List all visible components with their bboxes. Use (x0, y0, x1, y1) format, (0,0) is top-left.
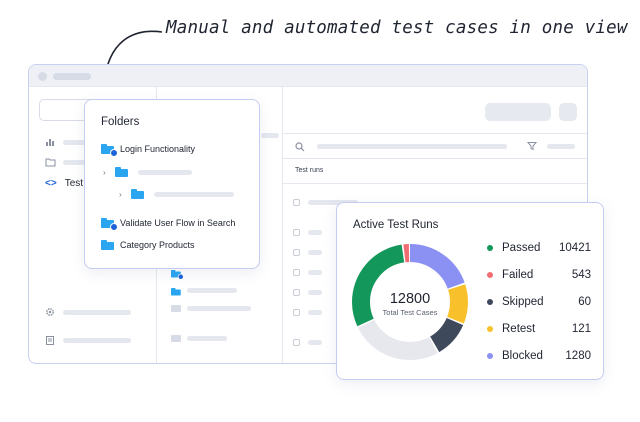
row-checkbox[interactable] (293, 198, 300, 206)
legend-label: Skipped (502, 296, 544, 308)
table-row[interactable] (293, 288, 322, 296)
folders-title: Folders (101, 116, 140, 128)
row-placeholder (308, 249, 322, 255)
clipboard-icon (45, 335, 55, 345)
folder-icon (131, 189, 144, 199)
sidebar-item-test[interactable]: <> Test (45, 176, 83, 190)
legend-value: 1280 (565, 350, 591, 362)
table-row[interactable] (293, 308, 322, 316)
legend-item-retest: Retest 121 (487, 322, 591, 336)
folder-item-collapsed[interactable]: › (119, 189, 234, 199)
legend-label: Failed (502, 269, 534, 281)
sidebar-item-label: Test (64, 177, 84, 189)
more-options-button[interactable] (559, 103, 577, 121)
legend-value: 60 (578, 296, 591, 308)
row-checkbox[interactable] (293, 288, 300, 296)
legend-dot (487, 245, 493, 251)
active-runs-title: Active Test Runs (353, 219, 439, 231)
folder-label: Validate User Flow in Search (120, 218, 236, 228)
active-runs-card: Active Test Runs 12800 Total Test Cases … (336, 202, 604, 380)
runs-table-header: Test runs (295, 167, 324, 174)
sidebar-item-folders[interactable] (45, 155, 85, 169)
folder-icon (115, 167, 128, 177)
table-row[interactable] (293, 228, 322, 236)
filter-placeholder (547, 144, 575, 149)
legend-dot (487, 299, 493, 305)
folder-gear-icon (101, 144, 118, 157)
chevron-right-icon[interactable]: › (103, 168, 109, 177)
gear-icon (45, 307, 55, 317)
folder-label: Category Products (120, 240, 195, 250)
legend-dot (487, 326, 493, 332)
primary-action-button[interactable] (485, 103, 551, 121)
column-placeholder (187, 336, 227, 341)
folder-label: Login Functionality (120, 144, 196, 154)
code-icon: <> (45, 177, 57, 189)
legend-value: 121 (571, 323, 591, 335)
row-placeholder (308, 309, 322, 315)
folder-item-collapsed[interactable]: › (103, 167, 192, 177)
donut-chart: 12800 Total Test Cases (352, 244, 468, 360)
row-checkbox[interactable] (293, 228, 300, 236)
sidebar-item-analytics[interactable] (45, 135, 87, 149)
sidebar-placeholder (63, 309, 131, 315)
sidebar-placeholder (63, 159, 85, 165)
legend-value: 543 (571, 269, 591, 281)
legend-value: 10421 (559, 242, 591, 254)
search-input[interactable] (317, 144, 507, 149)
row-placeholder (308, 289, 322, 295)
sidebar-item-settings[interactable] (45, 305, 131, 319)
row-checkbox[interactable] (293, 268, 300, 276)
row-checkbox[interactable] (293, 248, 300, 256)
folder-placeholder-icon (171, 305, 181, 312)
divider (283, 183, 587, 184)
folder-outline-icon (45, 157, 56, 167)
folder-gear-icon (171, 267, 184, 285)
folder-item-category[interactable]: Category Products (101, 240, 195, 250)
bar-chart-icon (45, 137, 55, 147)
row-placeholder (308, 339, 322, 345)
row-placeholder (308, 269, 322, 275)
row-checkbox[interactable] (293, 308, 300, 316)
table-row[interactable] (293, 268, 322, 276)
search-icon (295, 142, 305, 152)
filter-icon[interactable] (527, 141, 537, 151)
column-placeholder (187, 288, 237, 293)
row-placeholder (308, 229, 322, 235)
column-placeholder (187, 306, 251, 311)
folder-gear-icon (101, 218, 118, 231)
legend-label: Retest (502, 323, 536, 335)
legend-item-blocked: Blocked 1280 (487, 349, 591, 363)
total-label: Total Test Cases (383, 308, 438, 317)
chevron-right-icon[interactable]: › (119, 190, 125, 199)
legend-dot (487, 353, 493, 359)
folder-item-validate[interactable]: Validate User Flow in Search (101, 218, 236, 231)
table-row[interactable] (293, 248, 322, 256)
row-checkbox[interactable] (293, 338, 300, 346)
sidebar-item-reports[interactable] (45, 333, 131, 347)
runs-search-row (283, 133, 587, 159)
legend-item-failed: Failed 543 (487, 268, 591, 282)
folder-icon (101, 240, 114, 250)
column-placeholder (261, 133, 279, 138)
folder-placeholder-icon (171, 335, 181, 342)
folder-item-login[interactable]: Login Functionality (101, 144, 196, 157)
folders-popup: Folders Login Functionality › › Validate… (84, 99, 260, 269)
table-row[interactable] (293, 338, 322, 346)
headline: Manual and automated test cases in one v… (166, 18, 628, 38)
title-bar (29, 65, 587, 87)
legend-item-skipped: Skipped 60 (487, 295, 591, 309)
folder-icon (171, 285, 184, 303)
window-title-placeholder (53, 73, 91, 80)
folder-placeholder (154, 191, 234, 197)
sidebar-placeholder (63, 337, 131, 343)
folder-placeholder (138, 169, 192, 175)
legend-label: Blocked (502, 350, 543, 362)
legend-label: Passed (502, 242, 541, 254)
window-dot (38, 72, 47, 81)
legend-dot (487, 272, 493, 278)
legend-item-passed: Passed 10421 (487, 241, 591, 255)
total-value: 12800 (390, 291, 430, 307)
